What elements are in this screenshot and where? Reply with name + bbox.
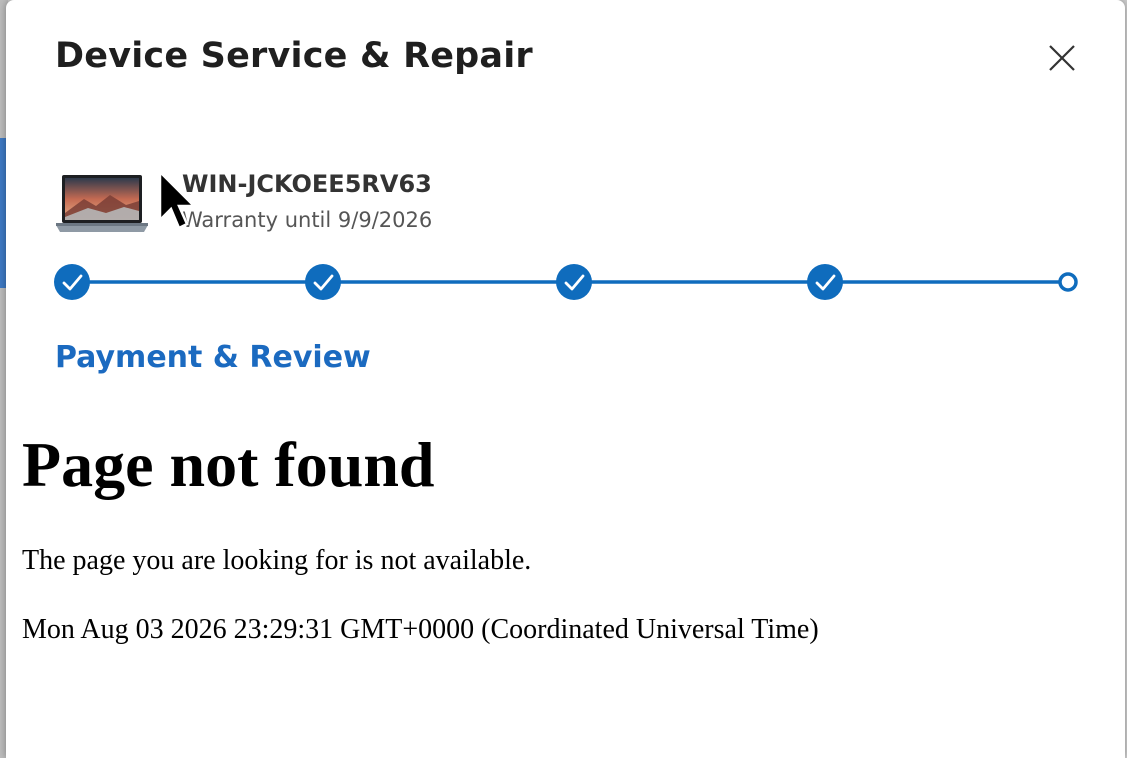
stepper-step-4 xyxy=(807,264,843,300)
error-timestamp: Mon Aug 03 2026 23:29:31 GMT+0000 (Coord… xyxy=(22,614,819,645)
step-heading: Payment & Review xyxy=(55,340,371,375)
circle-outline-icon xyxy=(1058,272,1078,292)
device-summary: WIN-JCKOEE5RV63 Warranty until 9/9/2026 xyxy=(54,170,654,234)
progress-stepper xyxy=(54,264,1078,300)
error-title: Page not found xyxy=(22,429,435,500)
stepper-step-5 xyxy=(1058,272,1078,292)
dialog-title: Device Service & Repair xyxy=(55,36,533,76)
laptop-icon xyxy=(56,175,148,232)
stepper-step-2 xyxy=(305,264,341,300)
close-button[interactable] xyxy=(1044,40,1080,76)
device-name: WIN-JCKOEE5RV63 xyxy=(182,170,432,198)
stepper-step-1 xyxy=(54,264,90,300)
error-message: The page you are looking for is not avai… xyxy=(22,545,532,576)
warranty-status: Warranty until 9/9/2026 xyxy=(182,208,433,232)
device-service-dialog: Device Service & Repair WIN-JCKOEE5RV63 xyxy=(6,0,1125,758)
stepper-step-3 xyxy=(556,264,592,300)
close-icon xyxy=(1049,45,1075,71)
